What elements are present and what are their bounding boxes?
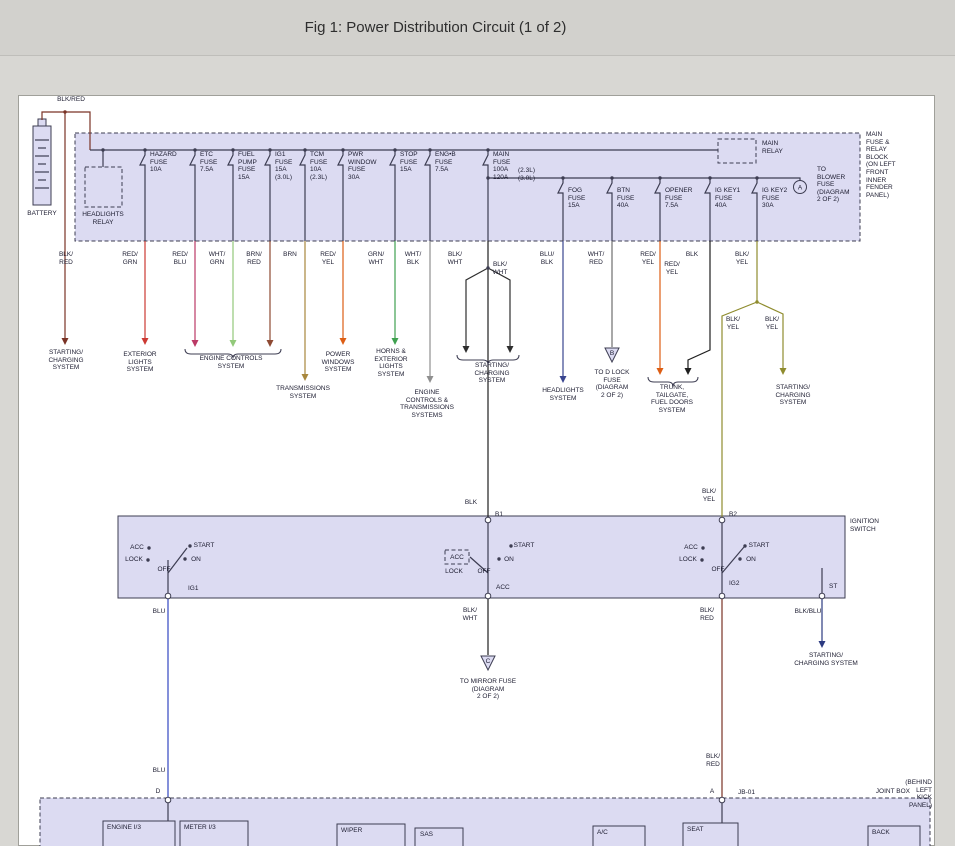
fuse-label: BACK [872,829,890,837]
system-label: HORNS & EXTERIOR LIGHTS SYSTEM [374,348,407,378]
wire-label: WHT/ RED [588,251,605,266]
terminal-label: ACC [496,584,510,592]
wire-label: BLK/RED [57,96,85,104]
position-label: ON [746,556,756,564]
system-label: ENGINE CONTROLS SYSTEM [200,355,263,370]
wire-label: RED/ YEL [664,261,680,276]
fuse-label: ENGINE I/3 [107,824,141,832]
wire-label: WHT/ BLK [405,251,422,266]
note-label: MAIN FUSE & RELAY BLOCK (ON LEFT FRONT I… [866,131,896,199]
component-label: HEADLIGHTS RELAY [82,211,124,226]
fuse-label: WIPER [341,827,362,835]
wire-label: BLU [153,608,166,616]
wire-label: RED/ YEL [640,251,656,266]
fuse-label: MAIN FUSE 100A 120A [493,151,510,181]
component-label: BATTERY [27,210,56,218]
fuse-label: HAZARD FUSE 10A [150,151,177,174]
fuse-label: FOG FUSE 15A [568,187,585,210]
fuse-label: PWR WINDOW FUSE 30A [348,151,377,181]
position-label: ON [191,556,201,564]
fuse-label: IG KEY2 FUSE 30A [762,187,787,210]
wire-label: BLK/ RED [706,753,720,768]
wire-label: BRN/ RED [246,251,262,266]
fuse-label: METER I/3 [184,824,216,832]
wire-label: BLK/ YEL [735,251,749,266]
fuse-label: ENG•B FUSE 7.5A [435,151,456,174]
fuse-label: FUEL PUMP FUSE 15A [238,151,257,181]
note-label: TO BLOWER FUSE (DIAGRAM 2 OF 2) [817,166,850,204]
screen: Fig 1: Power Distribution Circuit (1 of … [0,0,955,846]
fuse-label: IG KEY1 FUSE 40A [715,187,740,210]
wire-label: BLK/ RED [59,251,73,266]
position-label: START [514,542,535,550]
wire-label: BLK/BLU [795,608,822,616]
component-label: MAIN RELAY [762,140,783,155]
position-label: OFF [158,566,171,574]
wire-label: BLK [465,499,477,507]
fuse-label: IG1 FUSE 15A (3.0L) [275,151,292,181]
fuse-label: A/C [597,829,608,837]
wire-label: GRN/ WHT [368,251,384,266]
terminal-label: D [156,788,161,796]
position-label: ACC [130,544,144,552]
fuse-label: OPENER FUSE 7.5A [665,187,692,210]
wire-label: BLK [686,251,698,259]
wire-label: RED/ YEL [320,251,336,266]
terminal-label: B2 [729,511,737,519]
wire-label: BLK/ YEL [765,316,779,331]
wire-label: BLK/ RED [700,607,714,622]
wire-label: BLU/ BLK [540,251,554,266]
system-label: ENGINE CONTROLS & TRANSMISSIONS SYSTEMS [400,389,454,419]
fuse-label: ETC FUSE 7.5A [200,151,217,174]
component-label: IGNITION SWITCH [850,518,879,533]
system-label: EXTERIOR LIGHTS SYSTEM [123,351,156,374]
position-label: ON [504,556,514,564]
note-label: TO D LOCK FUSE (DIAGRAM 2 OF 2) [595,369,630,399]
wire-label: BLK/ YEL [702,488,716,503]
system-label: POWER WINDOWS SYSTEM [322,351,355,374]
terminal-label: ST [829,583,837,591]
system-label: TRUNK, TAILGATE, FUEL DOORS SYSTEM [651,384,693,414]
diagram-labels-layer: BLK/RED BATTERY HEADLIGHTS RELAY MAIN RELAY… [0,0,955,846]
position-label: LOCK [445,568,463,576]
fuse-label: SEAT [687,826,704,834]
fuse-label: STOP FUSE 15A [400,151,418,174]
position-label: START [749,542,770,550]
terminal-label: IG2 [729,580,739,588]
fuse-label: TCM FUSE 10A (2.3L) [310,151,327,181]
fuse-label: BTN FUSE 40A [617,187,634,210]
wire-label: BRN [283,251,297,259]
fuse-label: SAS [420,831,433,839]
note-label: JOINT BOX [876,788,910,796]
wire-label: BLK/ WHT [493,261,508,276]
position-label: OFF [478,568,491,576]
wire-label: WHT/ GRN [209,251,226,266]
wire-label: RED/ GRN [122,251,138,266]
system-label: HEADLIGHTS SYSTEM [542,387,584,402]
wire-label: BLK/ WHT [463,607,478,622]
wire-label: BLK/ YEL [726,316,740,331]
system-label: TRANSMISSIONS SYSTEM [276,385,330,400]
fuse-label: (2.3L) (3.0L) [518,167,535,182]
position-label: LOCK [125,556,143,564]
terminal-label: IG1 [188,585,198,593]
system-label: STARTING/ CHARGING SYSTEM [474,362,509,385]
system-label: STARTING/ CHARGING SYSTEM [775,384,810,407]
terminal-label: B1 [495,511,503,519]
note-label: TO MIRROR FUSE (DIAGRAM 2 OF 2) [460,678,516,701]
position-label: LOCK [679,556,697,564]
system-label: STARTING/ CHARGING SYSTEM [794,652,858,667]
position-label: START [194,542,215,550]
wire-label: BLK/ WHT [448,251,463,266]
position-label: ACC [684,544,698,552]
position-label: OFF [712,566,725,574]
position-label: ACC [450,554,464,562]
wire-label: RED/ BLU [172,251,188,266]
wire-label: BLU [153,767,166,775]
system-label: STARTING/ CHARGING SYSTEM [48,349,83,372]
terminal-label: A [710,788,714,796]
note-label: JB-01 [738,789,755,797]
